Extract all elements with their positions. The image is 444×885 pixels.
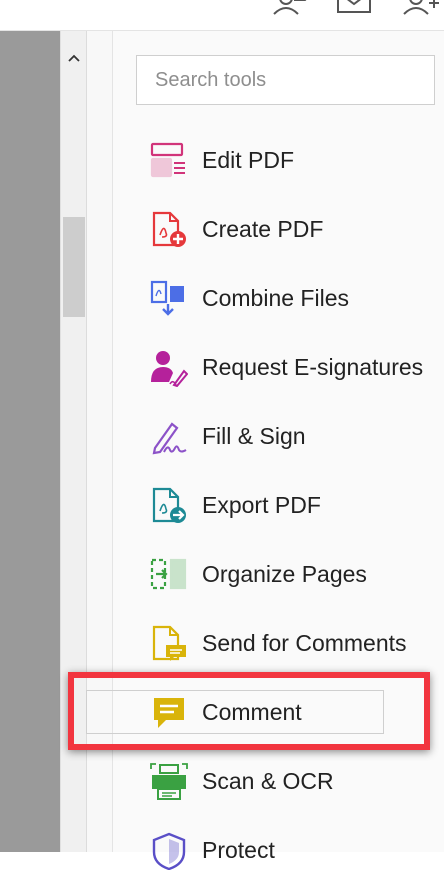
tool-label: Request E-signatures (202, 354, 424, 380)
vertical-scrollbar[interactable] (60, 31, 87, 852)
top-toolbar (0, 0, 444, 31)
tool-scan-ocr[interactable]: Scan & OCR (113, 747, 444, 816)
chevron-up-icon (68, 54, 80, 62)
tool-comment[interactable]: Comment (113, 678, 444, 747)
tool-create-pdf[interactable]: Create PDF (113, 195, 444, 264)
mail-icon[interactable] (334, 0, 374, 16)
scrollbar-thumb[interactable] (63, 217, 85, 317)
add-user-icon[interactable] (400, 0, 444, 16)
tool-label: Combine Files (202, 285, 349, 311)
scan-ocr-icon (150, 762, 188, 800)
export-pdf-icon (152, 487, 186, 523)
tool-label: Organize Pages (202, 561, 367, 587)
organize-pages-icon (150, 558, 187, 589)
tool-export-pdf[interactable]: Export PDF (113, 471, 444, 540)
search-tools-input[interactable] (136, 55, 435, 105)
edit-pdf-icon (150, 142, 185, 177)
tool-label: Edit PDF (202, 147, 295, 173)
tool-send-for-comments[interactable]: Send for Comments (113, 609, 444, 678)
share-user-icon[interactable] (268, 0, 308, 16)
tool-label: Fill & Sign (202, 423, 306, 449)
tool-label: Comment (202, 699, 302, 725)
request-esignatures-icon (151, 350, 188, 387)
tool-label: Create PDF (202, 216, 324, 242)
tool-label: Protect (202, 837, 275, 863)
tools-list: Edit PDF Create PDF Combine Files Reques… (113, 126, 444, 885)
protect-icon (152, 832, 186, 870)
tool-combine-files[interactable]: Combine Files (113, 264, 444, 333)
panel-divider (87, 31, 113, 852)
fill-sign-icon (152, 421, 187, 454)
tools-panel: Edit PDF Create PDF Combine Files (113, 31, 444, 870)
tool-label: Scan & OCR (202, 768, 334, 794)
tool-organize-pages[interactable]: Organize Pages (113, 540, 444, 609)
comment-icon (154, 697, 184, 728)
tool-label: Send for Comments (202, 630, 407, 656)
tool-protect[interactable]: Protect (113, 816, 444, 885)
create-pdf-icon (152, 211, 186, 247)
tool-edit-pdf[interactable]: Edit PDF (113, 126, 444, 195)
scroll-up-button[interactable] (61, 45, 87, 71)
tool-label: Export PDF (202, 492, 321, 518)
tool-request-esignatures[interactable]: Request E-signatures (113, 333, 444, 402)
document-canvas (0, 31, 60, 852)
combine-files-icon (150, 280, 184, 316)
send-for-comments-icon (152, 625, 186, 661)
tool-fill-sign[interactable]: Fill & Sign (113, 402, 444, 471)
